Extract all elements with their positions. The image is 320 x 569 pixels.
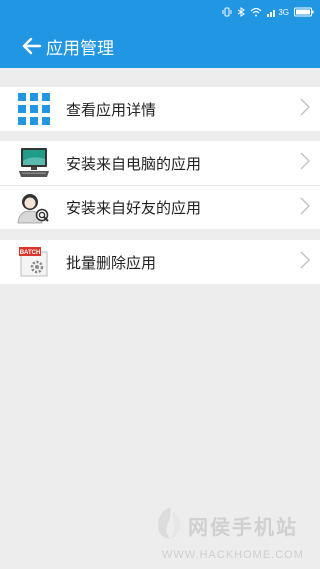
watermark-logo-icon <box>158 507 181 539</box>
group-install: 安装来自电脑的应用 安装来自好友的应用 <box>0 141 320 229</box>
list-item-install-from-friend[interactable]: 安装来自好友的应用 <box>0 185 320 229</box>
list-item-label: 查看应用详情 <box>66 100 157 119</box>
watermark-name: 网侯手机站 <box>188 515 298 539</box>
group-batch: BATCH 批量删除应用 <box>0 240 320 284</box>
chevron-right-icon <box>300 251 311 273</box>
bluetooth-icon <box>237 7 246 17</box>
list-item-batch-delete[interactable]: BATCH 批量删除应用 <box>0 240 320 284</box>
back-arrow-icon <box>22 37 42 55</box>
chevron-right-icon <box>300 196 311 219</box>
list-item-install-from-pc[interactable]: 安装来自电脑的应用 <box>0 141 320 185</box>
list-item-label: 批量删除应用 <box>66 253 157 272</box>
status-bar: 3G <box>0 0 320 24</box>
computer-icon <box>17 146 51 180</box>
list-item-view-app-details[interactable]: 查看应用详情 <box>0 87 320 131</box>
app-bar: 应用管理 <box>0 24 320 68</box>
list-item-label: 安装来自电脑的应用 <box>66 154 202 173</box>
watermark-url: WWW.HACKHOME.COM <box>162 549 304 561</box>
batch-icon: BATCH <box>17 245 51 279</box>
list-item-label: 安装来自好友的应用 <box>66 199 202 217</box>
batch-badge-text: BATCH <box>20 250 41 256</box>
chevron-right-icon <box>300 152 311 174</box>
chevron-right-icon <box>300 98 311 120</box>
friend-search-icon <box>17 191 51 225</box>
battery-icon <box>294 7 314 17</box>
grid-apps-icon <box>17 92 51 126</box>
wifi-icon <box>250 7 262 17</box>
vibrate-icon <box>222 7 232 17</box>
watermark: 网侯手机站 WWW.HACKHOME.COM <box>150 505 320 569</box>
page-title: 应用管理 <box>46 38 114 59</box>
network-type: 3G <box>278 7 289 17</box>
group-app-details: 查看应用详情 <box>0 87 320 131</box>
signal-icon: 3G <box>267 7 289 17</box>
